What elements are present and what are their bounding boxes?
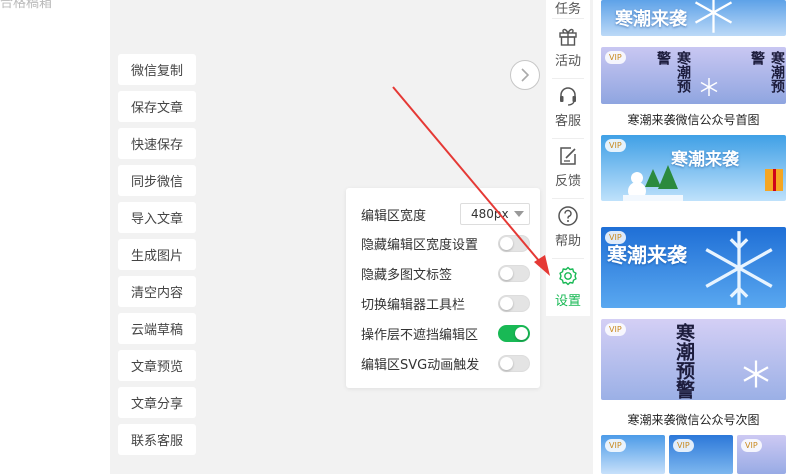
no-overlay-toggle[interactable] [498,324,530,342]
clear-content-button[interactable]: 清空内容 [118,276,196,307]
import-article-button[interactable]: 导入文章 [118,202,196,233]
vip-badge: VIP [605,139,626,152]
snowflake-icon [743,360,769,388]
template-thumb-small[interactable]: VIP [737,435,786,474]
vip-badge: VIP [673,439,694,452]
setting-label: 隐藏多图文标签 [361,267,453,283]
cloud-draft-button[interactable]: 云端草稿 [118,313,196,344]
snowman-icon [623,165,683,201]
vip-badge: VIP [605,323,626,336]
editor-width-label: 编辑区宽度 [361,208,427,224]
left-panel: 合格稿箱 [0,0,110,474]
setting-label: 切换编辑器工具栏 [361,297,466,313]
contact-service-button[interactable]: 联系客服 [118,424,196,455]
snowflake-icon [700,78,718,96]
setting-row-hide-width: 隐藏编辑区宽度设置 [361,231,530,255]
snowflake-icon [694,0,733,33]
toolbar-help[interactable]: 帮助 [546,198,590,256]
gift-icon [559,28,577,46]
toolbar-service[interactable]: 客服 [546,78,590,136]
template-thumb-first[interactable]: VIP 寒潮预警 寒潮预警 [601,47,786,104]
template-caption: 寒潮来袭微信公众号首图 [627,113,760,127]
editor-width-select[interactable]: 480px [460,203,530,225]
svg-animation-toggle[interactable] [498,354,530,372]
expand-panel-button[interactable] [510,60,540,90]
setting-row-switch-toolbar: 切换编辑器工具栏 [361,291,530,315]
generate-image-button[interactable]: 生成图片 [118,239,196,270]
toolbar-label: 设置 [554,294,581,309]
template-thumb-small[interactable]: VIP [669,435,733,474]
editor-width-row: 编辑区宽度 480px [361,202,530,226]
switch-toolbar-toggle[interactable] [498,294,530,312]
app-root: 合格稿箱 微信复制 保存文章 快速保存 同步微信 导入文章 生成图片 清空内容 … [0,0,786,474]
setting-label: 隐藏编辑区宽度设置 [361,237,479,253]
setting-label: 编辑区SVG动画触发 [361,357,480,373]
setting-row-no-overlay: 操作层不遮挡编辑区 [361,321,530,345]
toolbar-feedback[interactable]: 反馈 [546,138,590,196]
vip-badge: VIP [741,439,762,452]
setting-row-svg-animation: 编辑区SVG动画触发 [361,351,530,375]
toolbar-label: 帮助 [554,234,581,249]
sync-wechat-button[interactable]: 同步微信 [118,165,196,196]
edit-icon [560,147,576,165]
quick-save-button[interactable]: 快速保存 [118,128,196,159]
toolbar-settings[interactable]: 设置 [546,258,590,316]
template-thumb[interactable]: VIP 寒潮来袭 [601,227,786,308]
wechat-copy-button[interactable]: 微信复制 [118,54,196,85]
editor-width-value: 480px [471,207,509,221]
snowflake-icon [705,231,773,305]
gift-box-icon [765,169,783,191]
article-preview-button[interactable]: 文章预览 [118,350,196,381]
toolbar-label: 反馈 [554,174,581,189]
toolbar-activity[interactable]: 活动 [546,18,590,76]
hide-width-toggle[interactable] [498,234,530,252]
side-toolbar: 任务 活动 客服 反馈 帮助 设置 [546,0,590,316]
toolbar-label: 任务 [554,1,581,17]
article-share-button[interactable]: 文章分享 [118,387,196,418]
headset-icon [560,87,576,106]
template-caption: 寒潮来袭微信公众号次图 [627,413,760,427]
vip-badge: VIP [605,51,626,64]
vip-badge: VIP [605,439,626,452]
left-top-text: 合格稿箱 [0,0,53,11]
template-thumb[interactable]: VIP 寒潮来袭 [601,135,786,201]
setting-row-hide-tabs: 隐藏多图文标签 [361,261,530,285]
template-thumb-second[interactable]: VIP 寒潮预警 [601,319,786,400]
chevron-down-icon [514,211,524,217]
setting-label: 操作层不遮挡编辑区 [361,327,479,343]
gear-icon [559,266,577,286]
save-article-button[interactable]: 保存文章 [118,91,196,122]
hide-tabs-toggle[interactable] [498,264,530,282]
toolbar-label: 活动 [554,54,581,69]
help-icon [558,206,578,226]
template-thumb-small[interactable]: VIP [601,435,665,474]
settings-popup: 编辑区宽度 480px 隐藏编辑区宽度设置 隐藏多图文标签 切换编辑器工具栏 操… [346,188,540,388]
chevron-right-icon [521,68,530,82]
toolbar-label: 客服 [554,114,581,129]
template-thumb[interactable]: 寒潮来袭 [601,0,786,36]
